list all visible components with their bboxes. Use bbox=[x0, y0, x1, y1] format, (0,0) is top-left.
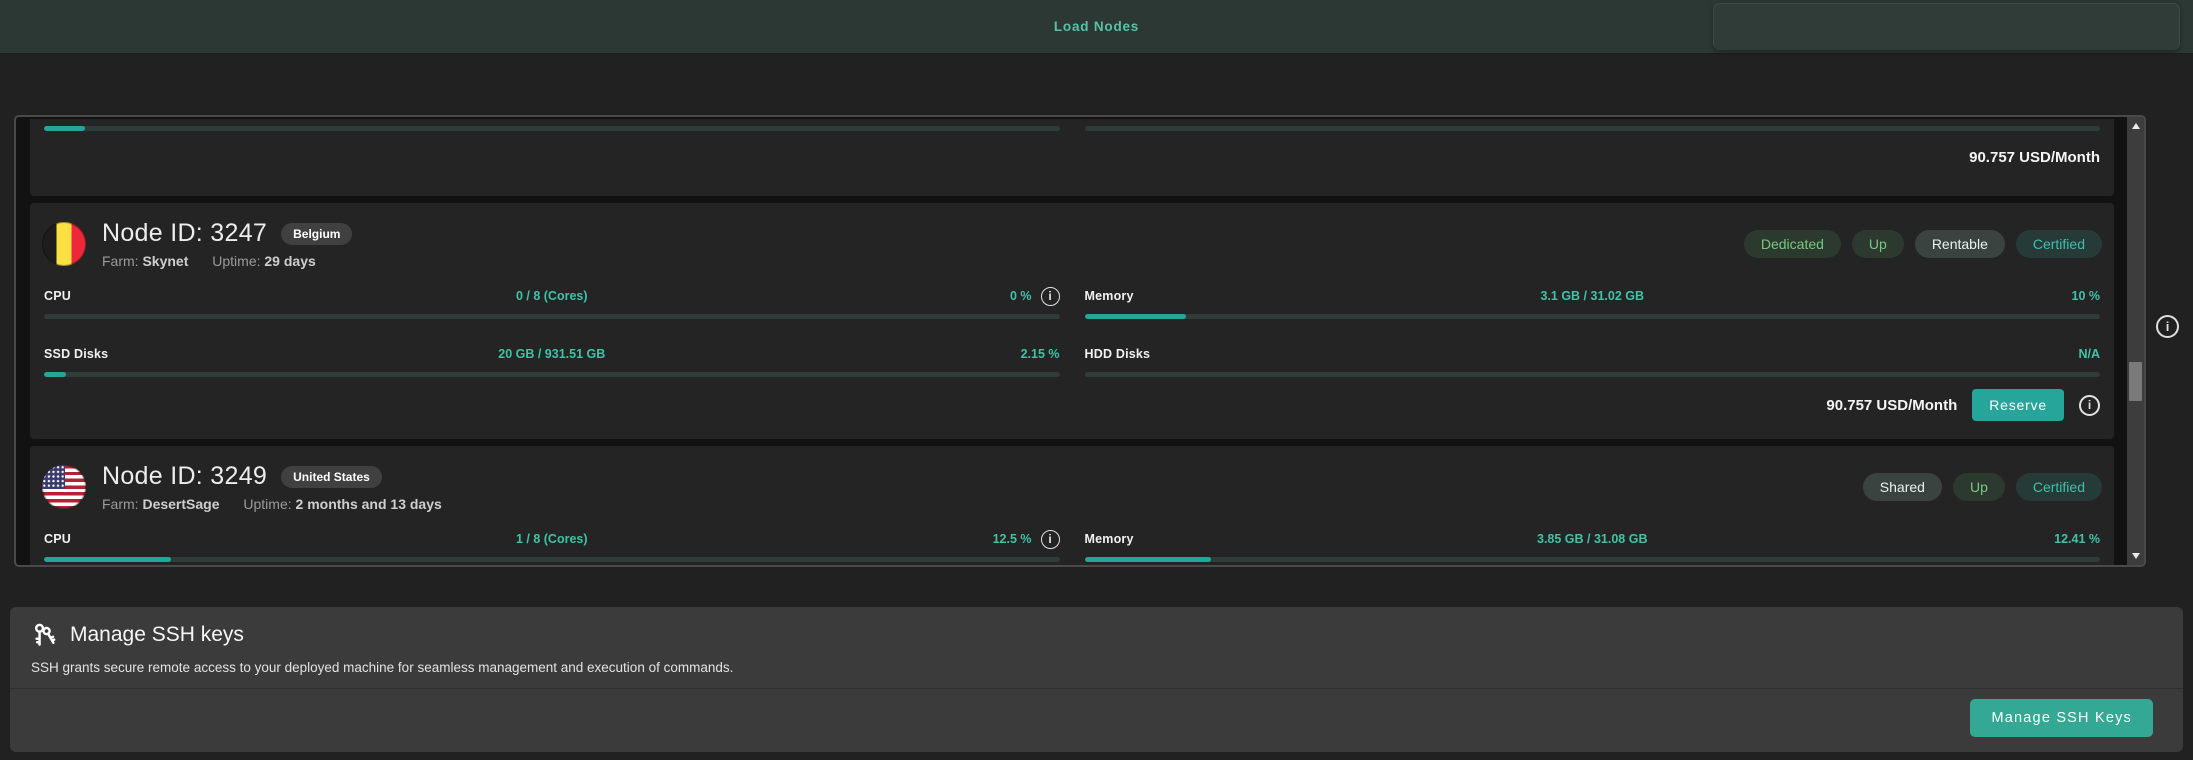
farm-name: DesertSage bbox=[142, 496, 219, 512]
ssh-section-description: SSH grants secure remote access to your … bbox=[10, 649, 2183, 675]
progress-bar bbox=[44, 557, 1060, 562]
progress-bar bbox=[44, 314, 1060, 319]
resource-ssd-disks: SSD Disks 20 GB / 931.51 GB 2.15 % bbox=[44, 343, 1060, 377]
node-card: Node ID: 3247 Belgium Farm: Skynet Uptim… bbox=[30, 203, 2114, 439]
status-chip-up: Up bbox=[1953, 473, 2005, 501]
load-nodes-button[interactable]: Load Nodes bbox=[1054, 19, 1139, 34]
status-chip-certified: Certified bbox=[2016, 230, 2102, 258]
farm-name: Skynet bbox=[142, 253, 188, 269]
manage-ssh-keys-button[interactable]: Manage SSH Keys bbox=[1970, 699, 2153, 737]
status-chip-dedicated: Dedicated bbox=[1744, 230, 1841, 258]
progress-bar bbox=[44, 126, 1060, 131]
resource-value: 3.1 GB / 31.02 GB bbox=[1540, 289, 1644, 303]
nodes-list: 90.757 USD/Month Node ID: 3247 Belgium F… bbox=[16, 117, 2127, 567]
progress-bar bbox=[1085, 557, 2101, 562]
united-states-flag-icon bbox=[42, 465, 86, 509]
info-icon[interactable] bbox=[2156, 315, 2179, 338]
resource-hdd-disks: HDD Disks N/A bbox=[1085, 343, 2101, 377]
ssh-section-title: Manage SSH keys bbox=[70, 623, 244, 647]
node-id-title: Node ID: 3247 bbox=[102, 219, 267, 248]
ssh-keys-section: Manage SSH keys SSH grants secure remote… bbox=[10, 607, 2183, 752]
progress-bar-fill bbox=[44, 557, 171, 562]
node-card-partial: 90.757 USD/Month bbox=[30, 119, 2114, 196]
progress-bar-fill bbox=[44, 372, 66, 377]
resource-percent: 2.15 % bbox=[1021, 347, 1060, 361]
node-meta: Farm: DesertSage Uptime: 2 months and 13… bbox=[102, 496, 1863, 512]
reserve-button[interactable]: Reserve bbox=[1972, 389, 2064, 421]
info-icon[interactable] bbox=[1041, 530, 1060, 549]
info-icon[interactable] bbox=[2079, 395, 2100, 416]
resource-percent: 12.41 % bbox=[2054, 532, 2100, 546]
resource-memory: Memory 3.85 GB / 31.08 GB 12.41 % bbox=[1085, 528, 2101, 562]
uptime-label: Uptime: bbox=[243, 496, 291, 512]
caret-up-icon[interactable] bbox=[2127, 118, 2144, 134]
resource-value: 3.85 GB / 31.08 GB bbox=[1537, 532, 1647, 546]
uptime-label: Uptime: bbox=[212, 253, 260, 269]
country-chip: Belgium bbox=[281, 223, 352, 245]
node-price: 90.757 USD/Month bbox=[1826, 397, 1957, 414]
ssh-keys-icon bbox=[30, 621, 58, 649]
resource-label: Memory bbox=[1085, 532, 1134, 546]
resource-value: 20 GB / 931.51 GB bbox=[498, 347, 605, 361]
node-meta: Farm: Skynet Uptime: 29 days bbox=[102, 253, 1744, 269]
uptime-value: 29 days bbox=[264, 253, 315, 269]
progress-bar bbox=[1085, 126, 2101, 131]
nodes-scroll-area: 90.757 USD/Month Node ID: 3247 Belgium F… bbox=[14, 115, 2146, 567]
caret-down-icon[interactable] bbox=[2127, 548, 2144, 564]
progress-bar-fill bbox=[44, 126, 85, 131]
resource-percent: N/A bbox=[2078, 347, 2100, 361]
resource-cpu: CPU 1 / 8 (Cores) 12.5 % bbox=[44, 528, 1060, 562]
status-chip-certified: Certified bbox=[2016, 473, 2102, 501]
resource-memory: Memory 3.1 GB / 31.02 GB 10 % bbox=[1085, 285, 2101, 319]
scrollbar-thumb[interactable] bbox=[2129, 362, 2142, 401]
resource-value: 1 / 8 (Cores) bbox=[516, 532, 588, 546]
resource-label: CPU bbox=[44, 532, 71, 546]
status-chip-rentable: Rentable bbox=[1915, 230, 2005, 258]
resource-label: SSD Disks bbox=[44, 347, 108, 361]
node-id-title: Node ID: 3249 bbox=[102, 462, 267, 491]
uptime-value: 2 months and 13 days bbox=[296, 496, 442, 512]
node-price: 90.757 USD/Month bbox=[1969, 149, 2100, 166]
resource-cpu: CPU 0 / 8 (Cores) 0 % bbox=[44, 285, 1060, 319]
progress-bar-fill bbox=[1085, 557, 1211, 562]
resource-percent: 10 % bbox=[2072, 289, 2101, 303]
resource-label: Memory bbox=[1085, 289, 1134, 303]
resource-value: 0 / 8 (Cores) bbox=[516, 289, 588, 303]
belgium-flag-icon bbox=[42, 222, 86, 266]
scrollbar[interactable] bbox=[2127, 117, 2144, 565]
progress-bar bbox=[44, 372, 1060, 377]
resource-percent: 12.5 % bbox=[993, 532, 1032, 546]
info-icon[interactable] bbox=[1041, 287, 1060, 306]
status-badges: Shared Up Certified bbox=[1863, 473, 2102, 501]
top-bar: Load Nodes bbox=[0, 0, 2193, 54]
status-badges: Dedicated Up Rentable Certified bbox=[1744, 230, 2102, 258]
topbar-panel bbox=[1713, 3, 2180, 50]
resource-label: CPU bbox=[44, 289, 71, 303]
resource-label: HDD Disks bbox=[1085, 347, 1151, 361]
resource-percent: 0 % bbox=[1010, 289, 1032, 303]
node-card: Node ID: 3249 United States Farm: Desert… bbox=[30, 446, 2114, 567]
progress-bar bbox=[1085, 314, 2101, 319]
status-chip-up: Up bbox=[1852, 230, 1904, 258]
status-chip-shared: Shared bbox=[1863, 473, 1942, 501]
progress-bar-fill bbox=[1085, 314, 1187, 319]
farm-label: Farm: bbox=[102, 496, 139, 512]
country-chip: United States bbox=[281, 466, 382, 488]
progress-bar bbox=[1085, 372, 2101, 377]
farm-label: Farm: bbox=[102, 253, 139, 269]
